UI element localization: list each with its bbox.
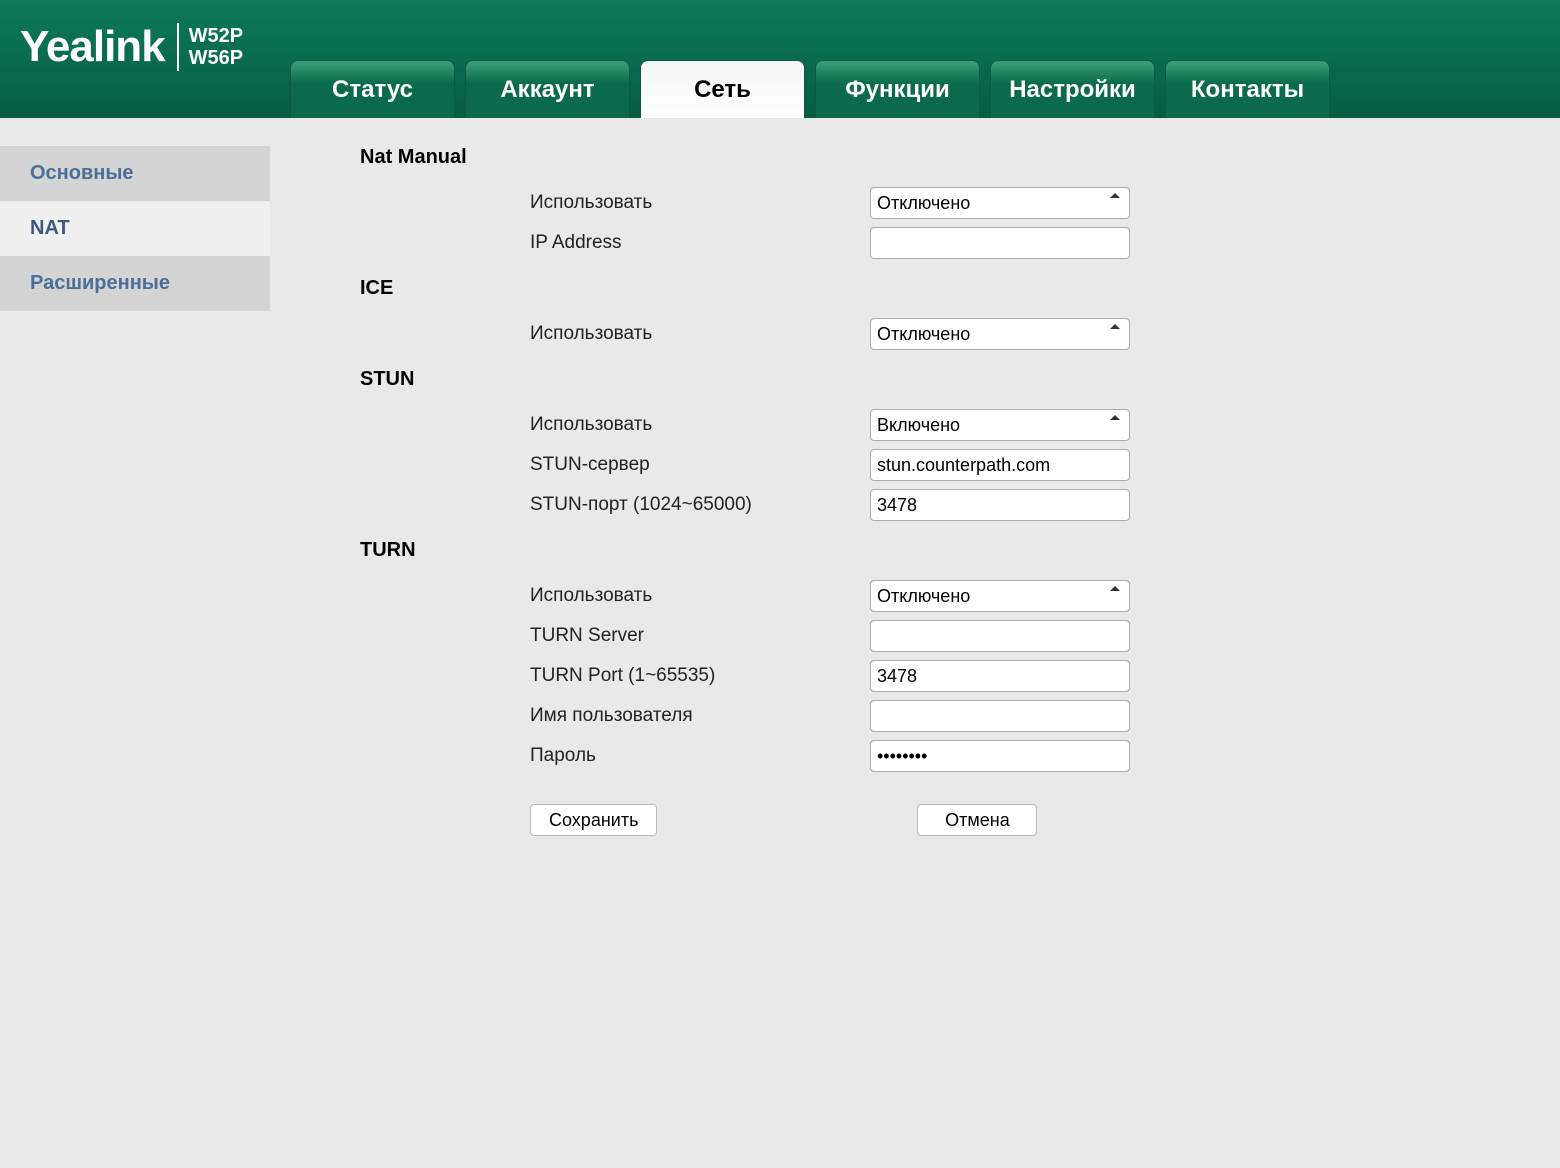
tab-contacts[interactable]: Контакты (1165, 60, 1330, 118)
logo-block: Yealink W52P W56P (20, 22, 243, 72)
nat-manual-ip-input[interactable] (870, 227, 1130, 259)
stun-use-label: Использовать (530, 414, 870, 436)
model-line-2: W56P (189, 47, 243, 69)
sidebar-item-nat[interactable]: NAT (0, 201, 270, 256)
nat-manual-use-label: Использовать (530, 192, 870, 214)
tab-features[interactable]: Функции (815, 60, 980, 118)
turn-use-select[interactable]: Отключено (870, 580, 1130, 612)
model-lines: W52P W56P (189, 25, 243, 69)
sidebar-item-basic[interactable]: Основные (0, 146, 270, 201)
stun-server-label: STUN-сервер (530, 454, 870, 476)
tab-account[interactable]: Аккаунт (465, 60, 630, 118)
sidebar-item-advanced[interactable]: Расширенные (0, 256, 270, 311)
turn-pass-label: Пароль (530, 745, 870, 767)
model-line-1: W52P (189, 25, 243, 47)
save-button[interactable]: Сохранить (530, 804, 657, 836)
turn-server-input[interactable] (870, 620, 1130, 652)
header: Yealink W52P W56P Статус Аккаунт Сеть Фу… (0, 0, 1560, 118)
stun-use-select[interactable]: Включено (870, 409, 1130, 441)
section-nat-manual-title: Nat Manual (360, 146, 1520, 169)
turn-pass-input[interactable] (870, 740, 1130, 772)
turn-port-label: TURN Port (1~65535) (530, 665, 870, 687)
turn-user-label: Имя пользователя (530, 705, 870, 727)
nat-manual-ip-label: IP Address (530, 232, 870, 254)
section-ice-title: ICE (360, 277, 1520, 300)
tab-settings[interactable]: Настройки (990, 60, 1155, 118)
sidebar: Основные NAT Расширенные (0, 118, 270, 876)
ice-use-select[interactable]: Отключено (870, 318, 1130, 350)
tab-network[interactable]: Сеть (640, 60, 805, 118)
section-stun-title: STUN (360, 368, 1520, 391)
turn-port-input[interactable] (870, 660, 1130, 692)
stun-port-label: STUN-порт (1024~65000) (530, 494, 870, 516)
section-turn-title: TURN (360, 539, 1520, 562)
tab-status[interactable]: Статус (290, 60, 455, 118)
logo-divider (177, 23, 179, 71)
nat-manual-use-select[interactable]: Отключено (870, 187, 1130, 219)
cancel-button[interactable]: Отмена (917, 804, 1037, 836)
stun-port-input[interactable] (870, 489, 1130, 521)
top-tabs: Статус Аккаунт Сеть Функции Настройки Ко… (290, 60, 1330, 118)
main-panel: Nat Manual Использовать Отключено IP Add… (270, 118, 1560, 876)
turn-server-label: TURN Server (530, 625, 870, 647)
turn-user-input[interactable] (870, 700, 1130, 732)
turn-use-label: Использовать (530, 585, 870, 607)
stun-server-input[interactable] (870, 449, 1130, 481)
ice-use-label: Использовать (530, 323, 870, 345)
logo-text: Yealink (20, 22, 165, 72)
